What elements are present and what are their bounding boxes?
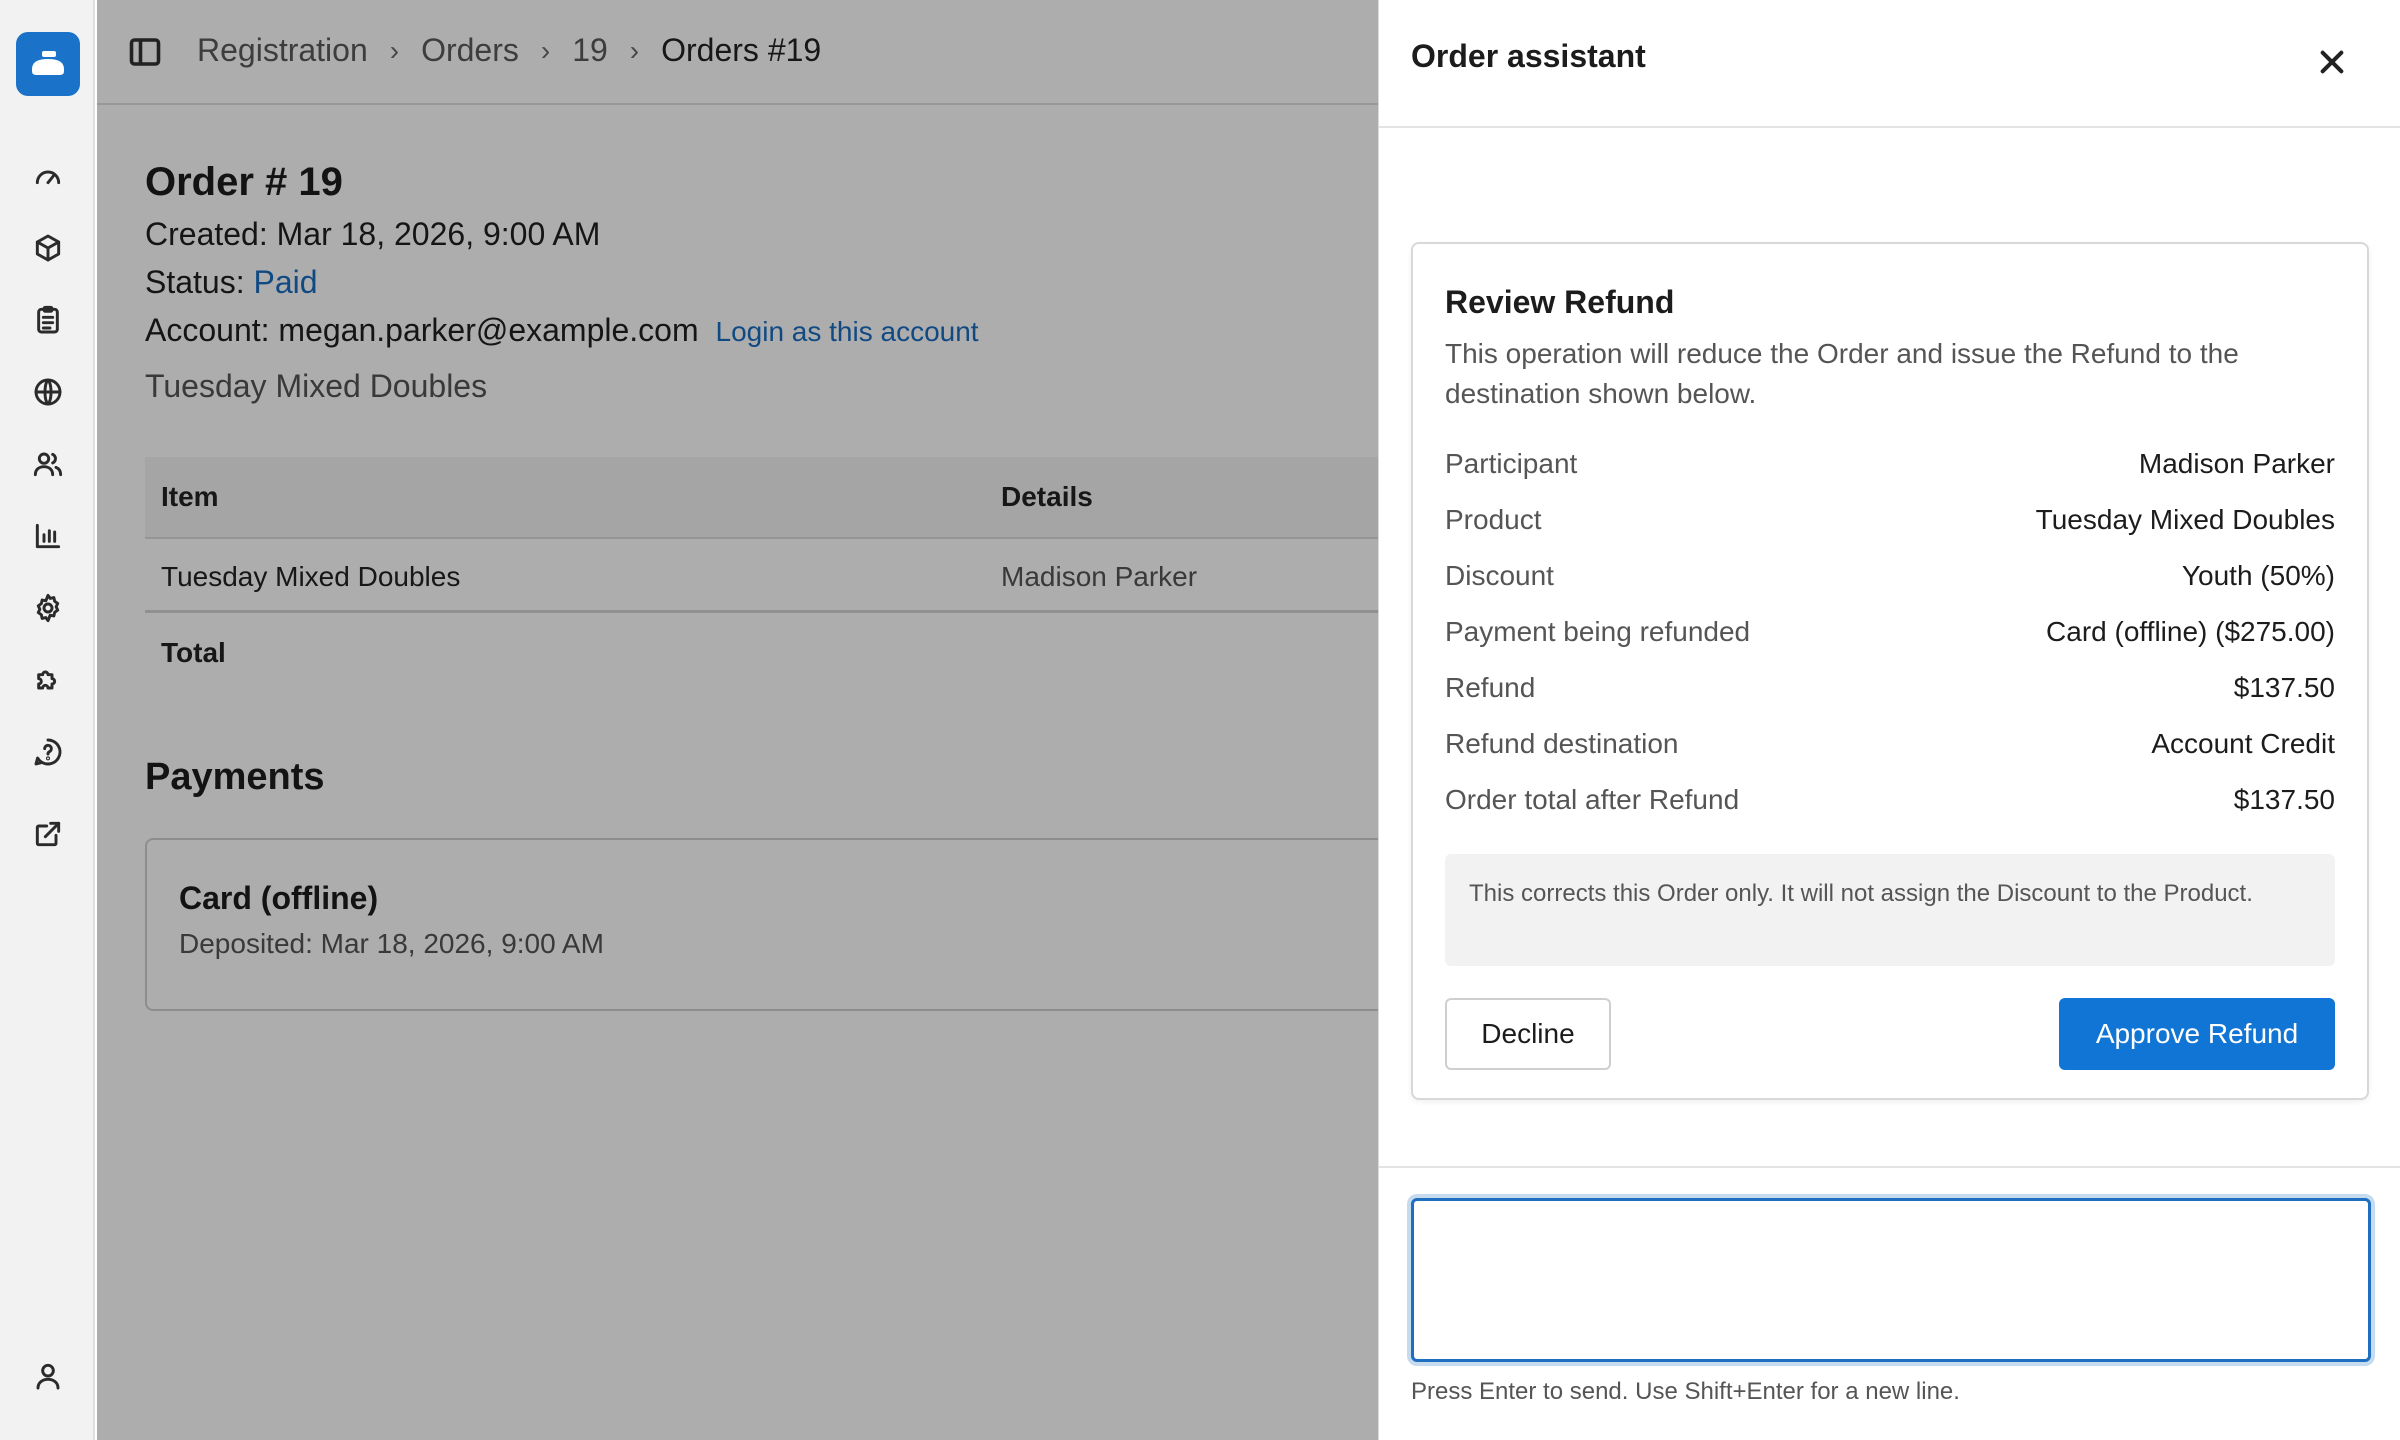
user-icon[interactable]	[28, 1356, 68, 1396]
refund-row-participant: Participant Madison Parker	[1445, 448, 2335, 488]
compose-divider	[1379, 1166, 2400, 1168]
refund-row-product: Product Tuesday Mixed Doubles	[1445, 504, 2335, 544]
puzzle-icon[interactable]	[28, 660, 68, 700]
refund-title: Review Refund	[1445, 284, 1675, 320]
review-refund-card: Review Refund This operation will reduce…	[1411, 242, 2369, 1100]
modal-backdrop[interactable]	[97, 0, 1475, 1440]
app-logo[interactable]	[16, 32, 80, 96]
refund-note: This corrects this Order only. It will n…	[1445, 854, 2335, 966]
refund-row-label: Discount	[1445, 560, 1554, 591]
refund-row-label: Participant	[1445, 448, 1578, 479]
users-icon[interactable]	[28, 444, 68, 484]
refund-row-label: Payment being refunded	[1445, 616, 1751, 647]
refund-row-label: Order total after Refund	[1445, 784, 1740, 815]
clipboard-list-icon[interactable]	[28, 300, 68, 340]
refund-row-payment: Payment being refunded Card (offline) ($…	[1445, 616, 2335, 656]
compose-hint: Press Enter to send. Use Shift+Enter for…	[1411, 1378, 1960, 1405]
refund-row-discount: Discount Youth (50%)	[1445, 560, 2335, 600]
gear-icon[interactable]	[28, 588, 68, 628]
refund-row-value: $137.50	[2233, 784, 2335, 815]
approve-refund-button[interactable]: Approve Refund	[2059, 998, 2335, 1070]
refund-row-amount: Refund $137.50	[1445, 672, 2335, 712]
refund-row-label: Refund	[1445, 672, 1536, 703]
refund-row-value: Account Credit	[2151, 728, 2335, 759]
refund-row-value: Madison Parker	[2138, 448, 2335, 479]
refund-row-label: Refund destination	[1445, 728, 1679, 759]
refund-row-value: $137.50	[2233, 672, 2335, 703]
drawer-header: Order assistant	[1379, 0, 2400, 128]
close-icon[interactable]	[2316, 46, 2348, 78]
bar-chart-icon[interactable]	[28, 516, 68, 556]
message-input[interactable]	[1411, 1198, 2371, 1362]
refund-row-value: Tuesday Mixed Doubles	[2035, 504, 2335, 535]
refund-row-value: Youth (50%)	[2181, 560, 2335, 591]
curling-stone-icon	[32, 51, 64, 75]
drawer-title: Order assistant	[1411, 38, 1646, 74]
refund-row-destination: Refund destination Account Credit	[1445, 728, 2335, 768]
refund-row-value: Card (offline) ($275.00)	[2046, 616, 2335, 647]
external-link-icon[interactable]	[28, 814, 68, 854]
refund-description: This operation will reduce the Order and…	[1445, 338, 2239, 409]
gauge-icon[interactable]	[28, 156, 68, 196]
refund-row-order-total: Order total after Refund $137.50	[1445, 784, 2335, 824]
decline-button[interactable]: Decline	[1445, 998, 1611, 1070]
help-circle-icon[interactable]	[28, 732, 68, 772]
order-assistant-drawer: Order assistant Review Refund This opera…	[1378, 0, 2400, 1440]
sidebar	[0, 0, 95, 1440]
package-icon[interactable]	[28, 228, 68, 268]
refund-row-label: Product	[1445, 504, 1542, 535]
globe-icon[interactable]	[28, 372, 68, 412]
